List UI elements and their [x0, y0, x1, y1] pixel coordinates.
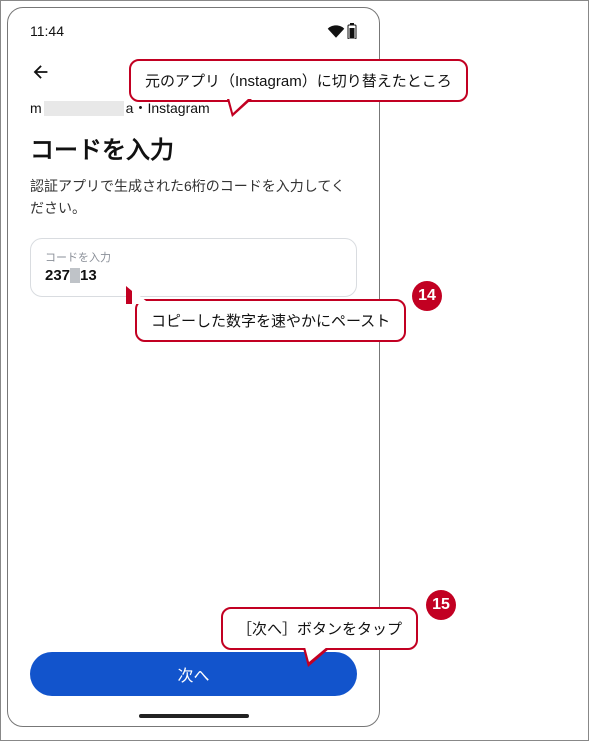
battery-icon [347, 23, 357, 39]
instruction-text: 認証アプリで生成された6桁のコードを入力してください。 [30, 175, 357, 220]
arrow-left-icon [30, 61, 52, 83]
back-button[interactable] [30, 61, 52, 89]
callout-paste: コピーした数字を速やかにペースト [135, 299, 406, 342]
home-indicator[interactable] [139, 714, 249, 718]
redacted-digit [70, 268, 80, 283]
clock: 11:44 [30, 23, 64, 39]
step-badge-15: 15 [426, 590, 456, 620]
redacted-mask [44, 101, 124, 116]
account-prefix: m [30, 100, 42, 116]
input-value: 237 13 [45, 267, 342, 284]
status-bar: 11:44 [8, 8, 379, 48]
code-input[interactable]: コードを入力 237 13 [30, 238, 357, 297]
callout-tap-next: ［次へ］ボタンをタップ [221, 607, 418, 650]
page-title: コードを入力 [30, 130, 357, 165]
input-label: コードを入力 [45, 249, 342, 265]
step-badge-14: 14 [412, 281, 442, 311]
wifi-icon [327, 24, 345, 38]
status-icons [327, 23, 357, 39]
callout-switch-app: 元のアプリ（Instagram）に切り替えたところ [129, 59, 468, 102]
